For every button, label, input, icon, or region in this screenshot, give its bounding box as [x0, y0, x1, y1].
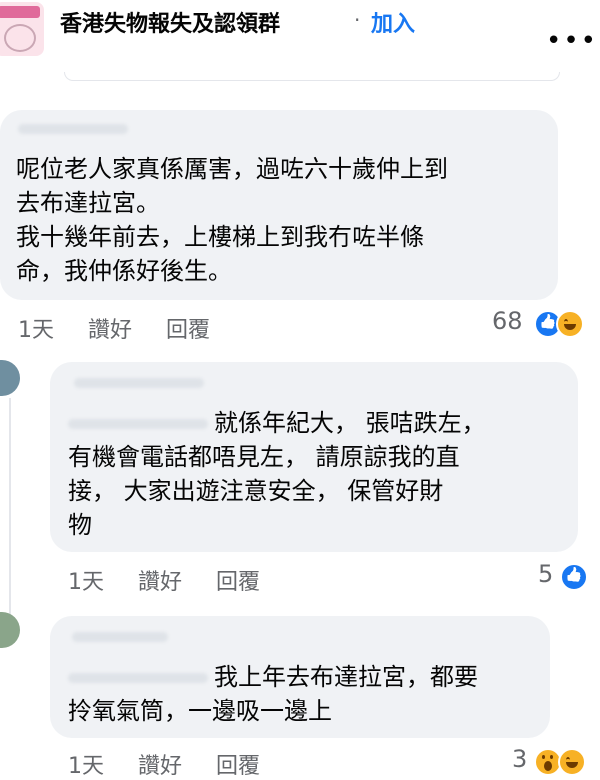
group-avatar-banner — [0, 6, 40, 18]
reaction-summary[interactable]: 3 — [512, 745, 598, 776]
comment-line: 有機會電話都唔見左， 請原諒我的直 — [68, 443, 460, 471]
comment-time[interactable]: 1天 — [68, 564, 104, 596]
comment-line: 拎氧氣筒，一邊吸一邊上 — [68, 697, 332, 725]
more-options-icon[interactable]: ••• — [546, 26, 598, 56]
comment-first-line: 我上年去布達拉宮，都要 — [68, 660, 478, 694]
comment-time[interactable]: 1天 — [68, 748, 104, 780]
comment-text: 呢位老人家真係厲害，過咗六十歲仲上到 去布達拉宮。 我十幾年前去，上樓梯上到我冇… — [16, 152, 448, 288]
reply-button[interactable]: 回覆 — [216, 748, 260, 780]
comment-bubble: 我上年去布達拉宮，都要 拎氧氣筒，一邊吸一邊上 — [50, 616, 550, 738]
reply-button[interactable]: 回覆 — [216, 564, 260, 596]
group-name[interactable]: 香港失物報失及認領群 — [60, 6, 280, 38]
avatar[interactable] — [0, 612, 20, 648]
haha-icon — [558, 748, 586, 776]
comment-line: 去布達拉宮。 — [16, 189, 160, 217]
reply-button[interactable]: 回覆 — [166, 312, 210, 344]
reaction-count: 5 — [538, 560, 554, 588]
like-button[interactable]: 讚好 — [138, 748, 182, 780]
comment-author-name[interactable] — [18, 124, 128, 134]
reaction-count: 68 — [492, 307, 523, 335]
reaction-count: 3 — [512, 745, 528, 773]
comment-text: 我上年去布達拉宮，都要 拎氧氣筒，一邊吸一邊上 — [68, 660, 478, 728]
comment-time[interactable]: 1天 — [18, 312, 54, 344]
group-avatar[interactable] — [0, 2, 44, 56]
title-separator: · — [354, 8, 361, 32]
comment-line: 物 — [68, 511, 92, 539]
post-preview-edge — [64, 72, 560, 81]
thread-line — [9, 398, 11, 628]
comment-bubble: 呢位老人家真係厲害，過咗六十歲仲上到 去布達拉宮。 我十幾年前去，上樓梯上到我冇… — [0, 110, 558, 300]
comment-author-name[interactable] — [74, 378, 204, 388]
comment-bubble: 就係年紀大， 張咭跌左， 有機會電話都唔見左， 請原諒我的直 接， 大家出遊注意… — [50, 362, 578, 552]
comment-line: 呢位老人家真係厲害，過咗六十歲仲上到 — [16, 155, 448, 183]
reaction-summary[interactable]: 68 — [492, 307, 592, 338]
comment-line: 我十幾年前去，上樓梯上到我冇咗半條 — [16, 223, 424, 251]
mentioned-user[interactable] — [68, 419, 208, 429]
group-header: 香港失物報失及認領群 · 加入 ••• — [0, 0, 600, 82]
like-icon — [560, 563, 588, 591]
like-button[interactable]: 讚好 — [88, 312, 132, 344]
reaction-summary[interactable]: 5 — [538, 560, 598, 591]
group-avatar-sketch — [4, 24, 36, 52]
join-group-button[interactable]: 加入 — [371, 6, 415, 38]
avatar[interactable] — [0, 360, 20, 396]
like-button[interactable]: 讚好 — [138, 564, 182, 596]
comment-text: 就係年紀大， 張咭跌左， 有機會電話都唔見左， 請原諒我的直 接， 大家出遊注意… — [68, 406, 486, 542]
comment-author-name[interactable] — [72, 632, 168, 642]
comment-line: 接， 大家出遊注意安全， 保管好財 — [68, 477, 444, 505]
mentioned-user[interactable] — [68, 673, 208, 683]
comment-first-line: 就係年紀大， 張咭跌左， — [68, 406, 486, 440]
comment-mention-text-cont: 張咭跌左， — [358, 409, 486, 437]
comment-mention-text: 就係年紀大， — [214, 409, 358, 437]
haha-icon — [556, 310, 584, 338]
comment-line: 命，我仲係好後生。 — [16, 257, 232, 285]
comment-mention-text: 我上年去布達拉宮，都要 — [214, 663, 478, 691]
